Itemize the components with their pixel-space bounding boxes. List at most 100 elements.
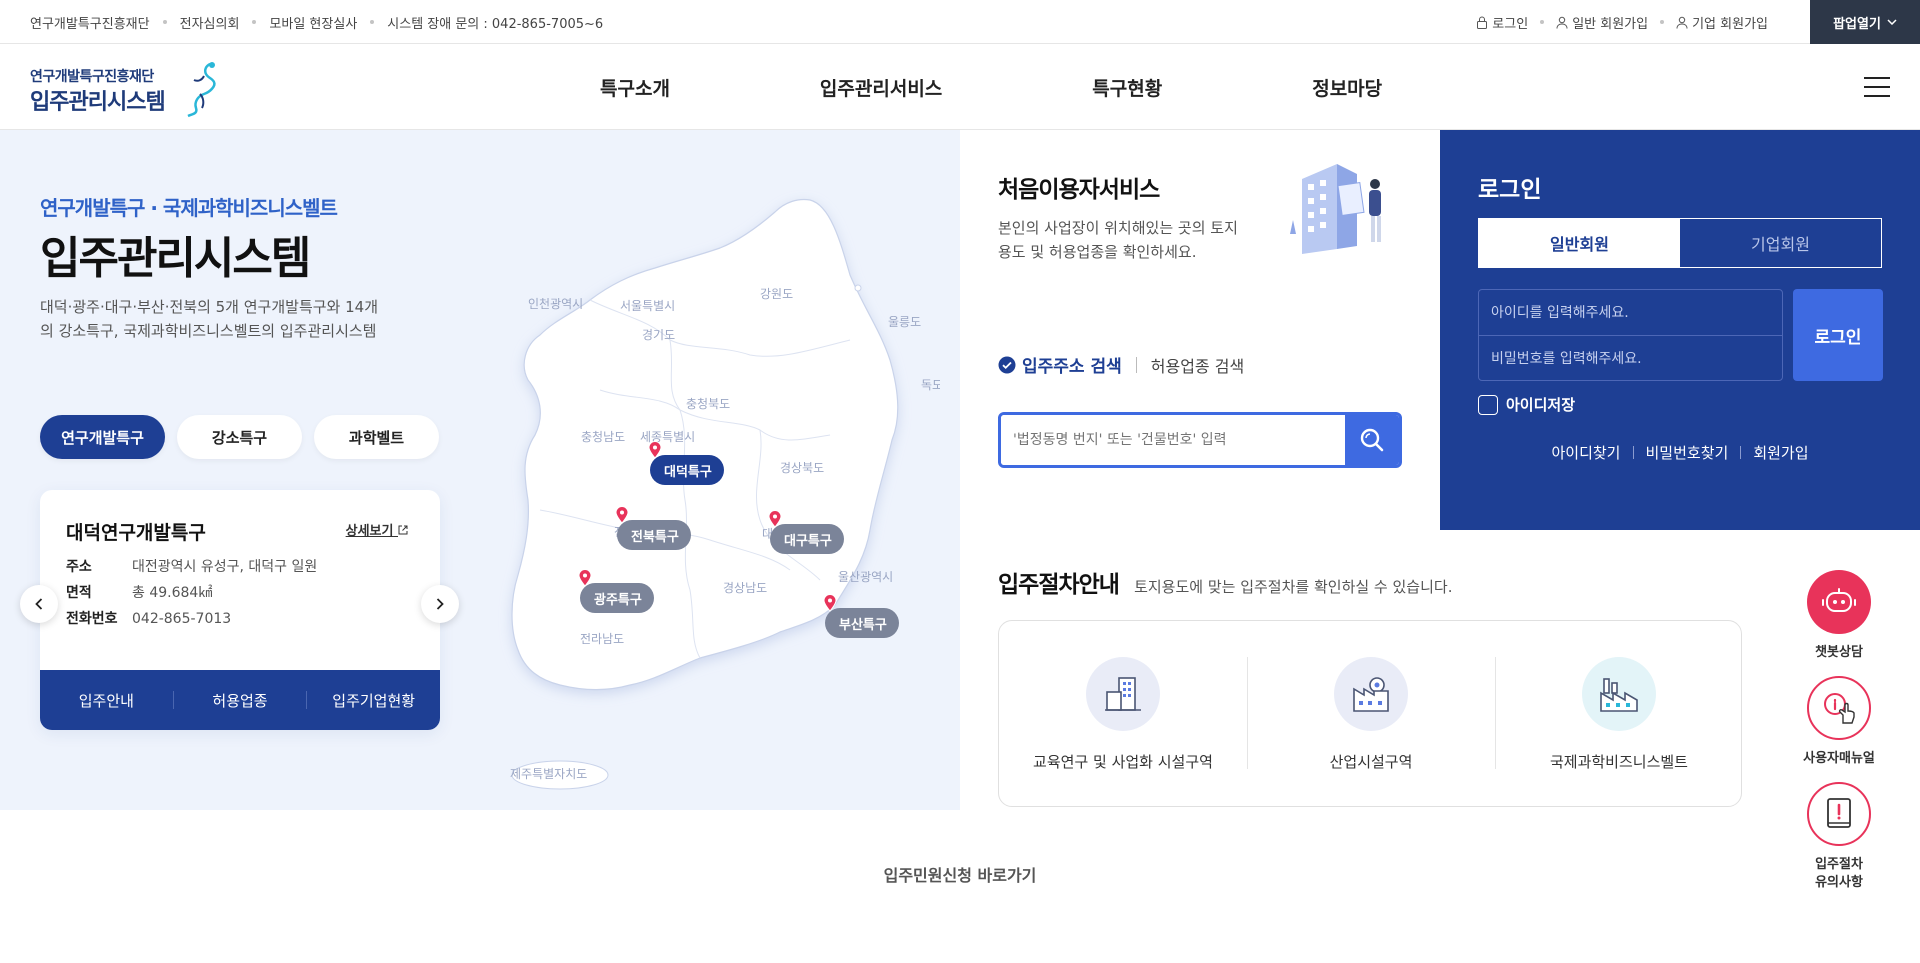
tenant-companies-button[interactable]: 입주기업현황 bbox=[307, 690, 440, 711]
member-type-tabs: 일반회원 기업회원 bbox=[1478, 218, 1882, 268]
procedure-item-science-belt[interactable]: 국제과학비즈니스벨트 bbox=[1495, 657, 1743, 772]
logo-system-text: 입주관리시스템 bbox=[30, 90, 166, 115]
login-button[interactable]: 로그인 bbox=[1793, 289, 1883, 381]
save-id-checkbox[interactable]: 아이디저장 bbox=[1478, 394, 1575, 415]
zone-card-title: 대덕연구개발특구 bbox=[66, 522, 206, 544]
utility-links: 연구개발특구진흥재단 전자심의회 모바일 현장실사 시스템 장애 문의 : 04… bbox=[30, 0, 603, 44]
prev-arrow-button[interactable] bbox=[20, 585, 58, 623]
sign-up-link[interactable]: 회원가입 bbox=[1753, 442, 1808, 463]
procedure-caution-button[interactable]: 입주절차 유의사항 bbox=[1794, 782, 1884, 892]
next-arrow-button[interactable] bbox=[421, 585, 459, 623]
region-gyeongnam: 경상남도 bbox=[723, 581, 767, 595]
map-marker-icon bbox=[823, 594, 837, 612]
phone-label: 전화번호 bbox=[66, 611, 118, 627]
tab-address-search[interactable]: 입주주소 검색 bbox=[998, 352, 1122, 377]
tab-personal-member[interactable]: 일반회원 bbox=[1479, 219, 1680, 267]
phone-value: 042-865-7013 bbox=[132, 611, 232, 627]
top-login-link[interactable]: 로그인 bbox=[1476, 13, 1528, 32]
map-pin-jeonbuk[interactable]: 전북특구 bbox=[615, 506, 691, 550]
tab-innopolis[interactable]: 강소특구 bbox=[177, 415, 302, 459]
chatbot-button[interactable]: 챗봇상담 bbox=[1794, 570, 1884, 662]
korea-map: 인천광역시 서울특별시 경기도 강원도 울릉도 독도 충청북도 충청남도 세종특… bbox=[480, 180, 943, 804]
region-dokdo: 독도 bbox=[921, 378, 940, 392]
nav-item-zone-status[interactable]: 특구현황 bbox=[1092, 74, 1162, 101]
login-fields bbox=[1478, 289, 1783, 381]
popup-open-button[interactable]: 팝업열기 bbox=[1810, 0, 1920, 44]
procedure-item-label: 국제과학비즈니스벨트 bbox=[1549, 753, 1688, 771]
search-button[interactable] bbox=[1345, 415, 1399, 465]
main-header: 연구개발특구진흥재단 입주관리시스템 특구소개 입주관리서비스 특구현황 정보마… bbox=[0, 44, 1920, 130]
procedure-item-research[interactable]: 교육연구 및 사업화 시설구역 bbox=[999, 657, 1247, 772]
logo-foundation-text: 연구개발특구진흥재단 bbox=[30, 69, 154, 85]
logo-figure-icon bbox=[187, 62, 216, 118]
research-building-icon bbox=[1086, 657, 1160, 731]
map-pin-daedeok[interactable]: 대덕특구 bbox=[648, 441, 724, 485]
login-panel: 로그인 일반회원 기업회원 로그인 아이디저장 아이디찾기 비밀번호찾기 회원가… bbox=[1440, 130, 1920, 530]
nav-item-info-board[interactable]: 정보마당 bbox=[1312, 74, 1382, 101]
korea-map-shape: 인천광역시 서울특별시 경기도 강원도 울릉도 독도 충청북도 충청남도 세종특… bbox=[510, 198, 943, 790]
tab-company-member[interactable]: 기업회원 bbox=[1680, 219, 1881, 267]
login-title: 로그인 bbox=[1478, 177, 1542, 203]
tab-science-belt[interactable]: 과학벨트 bbox=[314, 415, 439, 459]
utility-bar: 연구개발특구진흥재단 전자심의회 모바일 현장실사 시스템 장애 문의 : 04… bbox=[0, 0, 1920, 44]
zone-detail-link[interactable]: 상세보기 bbox=[346, 520, 408, 539]
separator-dot bbox=[162, 20, 167, 24]
region-chungbuk: 충청북도 bbox=[686, 397, 730, 411]
search-icon bbox=[1360, 428, 1384, 452]
zone-info-rows: 주소 대전광역시 유성구, 대덕구 일원 면적 총 49.684㎢ 전화번호 042-… bbox=[66, 554, 317, 632]
region-jeonnam: 전라남도 bbox=[580, 632, 624, 646]
separator-dot bbox=[252, 20, 257, 24]
site-logo[interactable]: 연구개발특구진흥재단 입주관리시스템 bbox=[30, 58, 220, 118]
first-user-title: 처음이용자서비스 bbox=[998, 177, 1160, 203]
region-ulsan: 울산광역시 bbox=[838, 570, 893, 584]
zone-card-actions: 입주안내 허용업종 입주기업현황 bbox=[40, 670, 440, 730]
join-personal-link[interactable]: 일반 회원가입 bbox=[1556, 13, 1648, 32]
region-gyeongbuk: 경상북도 bbox=[780, 461, 824, 475]
tab-rnd-zone[interactable]: 연구개발특구 bbox=[40, 415, 165, 459]
lock-icon bbox=[1477, 16, 1488, 29]
pin-label: 전북특구 bbox=[631, 529, 679, 545]
tab-industry-search[interactable]: 허용업종 검색 bbox=[1151, 353, 1244, 377]
map-marker-icon bbox=[578, 569, 592, 587]
user-manual-label: 사용자매뉴얼 bbox=[1803, 751, 1875, 766]
hero-subtitle: 연구개발특구 · 국제과학비즈니스벨트 bbox=[40, 196, 338, 220]
zone-info-card: 대덕연구개발특구 상세보기 주소 대전광역시 유성구, 대덕구 일원 면적 총 49… bbox=[40, 490, 440, 730]
join-company-link[interactable]: 기업 회원가입 bbox=[1676, 13, 1768, 32]
procedure-caution-label: 입주절차 유의사항 bbox=[1815, 857, 1863, 891]
join-personal-label: 일반 회원가입 bbox=[1572, 16, 1649, 32]
procedure-item-industrial[interactable]: 산업시설구역 bbox=[1247, 657, 1495, 772]
address-search-input[interactable] bbox=[1001, 415, 1346, 465]
find-id-link[interactable]: 아이디찾기 bbox=[1551, 442, 1620, 463]
address-search-box bbox=[998, 412, 1402, 468]
map-pin-gwangju[interactable]: 광주특구 bbox=[578, 569, 654, 613]
region-ulleung: 울릉도 bbox=[888, 315, 921, 329]
nav-item-zone-intro[interactable]: 특구소개 bbox=[600, 74, 670, 101]
popup-open-label: 팝업열기 bbox=[1833, 16, 1881, 32]
building-illustration-icon bbox=[1290, 164, 1381, 254]
chevron-left-icon bbox=[35, 598, 43, 610]
utility-link-mobile-inspection[interactable]: 모바일 현장실사 bbox=[269, 13, 357, 32]
area-label: 면적 bbox=[66, 585, 92, 601]
save-id-label: 아이디저장 bbox=[1506, 396, 1576, 414]
utility-link-e-review[interactable]: 전자심의회 bbox=[180, 13, 240, 32]
menu-icon[interactable] bbox=[1864, 77, 1890, 97]
map-pin-daegu[interactable]: 대구특구 bbox=[768, 510, 844, 554]
search-type-tabs: 입주주소 검색 허용업종 검색 bbox=[998, 352, 1244, 377]
allowed-industries-button[interactable]: 허용업종 bbox=[174, 690, 307, 711]
nav-item-tenant-service[interactable]: 입주관리서비스 bbox=[820, 74, 942, 101]
region-gangwon: 강원도 bbox=[760, 287, 793, 301]
password-field[interactable] bbox=[1479, 336, 1782, 381]
user-manual-button[interactable]: 사용자매뉴얼 bbox=[1794, 676, 1884, 768]
procedure-item-label: 산업시설구역 bbox=[1329, 753, 1413, 771]
tenant-guide-button[interactable]: 입주안내 bbox=[40, 690, 173, 711]
map-pin-busan[interactable]: 부산특구 bbox=[823, 594, 899, 638]
user-id-field[interactable] bbox=[1479, 290, 1782, 335]
first-user-description: 본인의 사업장이 위치해있는 곳의 토지용도 및 허용업종을 확인하세요. bbox=[998, 219, 1238, 261]
utility-link-foundation[interactable]: 연구개발특구진흥재단 bbox=[30, 13, 150, 32]
region-jeju: 제주특별자치도 bbox=[510, 767, 587, 781]
pin-label: 대덕특구 bbox=[664, 464, 712, 480]
civil-request-link[interactable]: 입주민원신청 바로가기 bbox=[0, 862, 1920, 886]
find-password-link[interactable]: 비밀번호찾기 bbox=[1646, 442, 1729, 463]
address-value: 대전광역시 유성구, 대덕구 일원 bbox=[132, 559, 318, 575]
chatbot-icon bbox=[1807, 570, 1871, 634]
